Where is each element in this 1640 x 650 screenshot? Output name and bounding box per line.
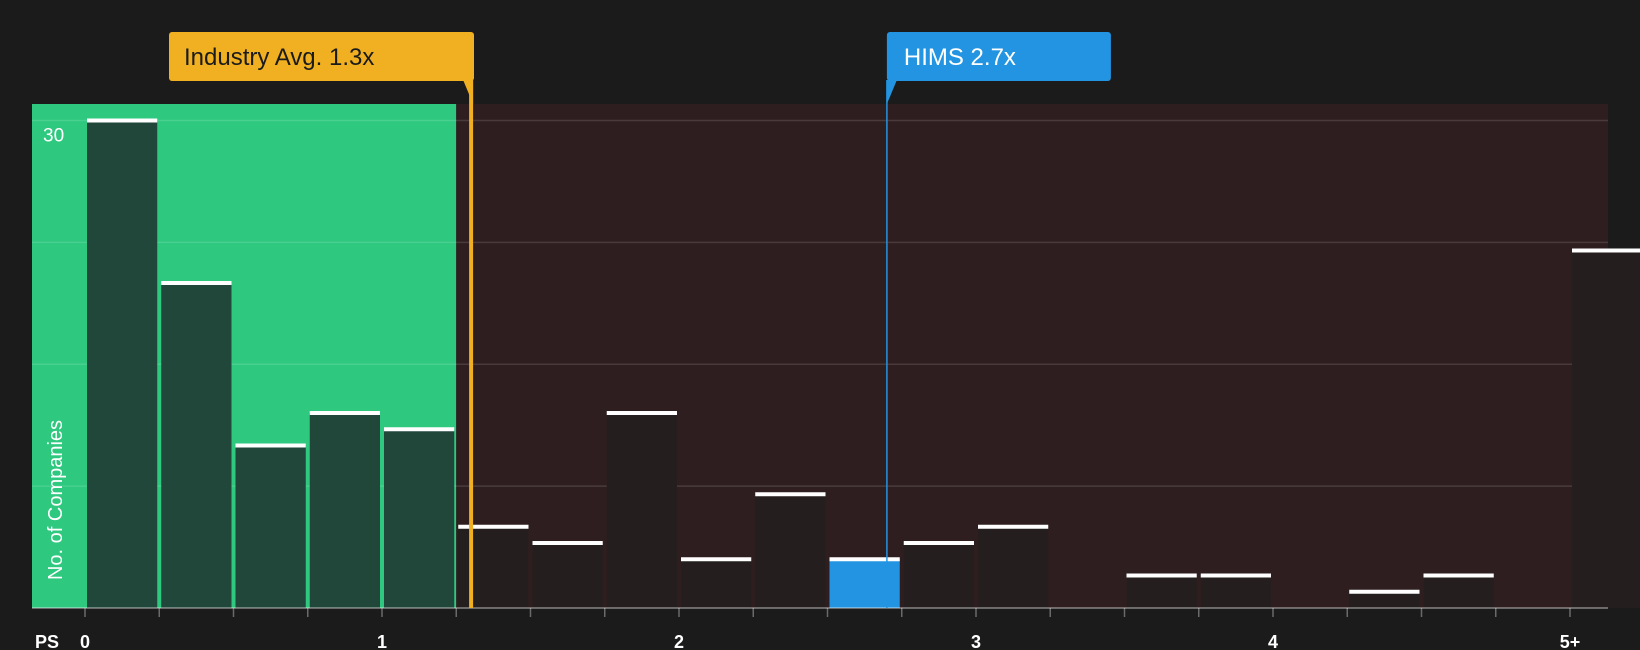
x-tick-label: 5+ [1560,632,1581,650]
histogram-bar [1126,575,1197,608]
y-axis-label: No. of Companies [45,420,67,580]
histogram-bar [161,283,232,608]
x-tick-label: 0 [80,632,90,650]
histogram-bar [978,526,1049,608]
histogram-bar [606,413,677,608]
x-tick-label: 2 [674,632,684,650]
bar-top-marker [384,427,455,432]
bar-top-marker [1200,573,1271,578]
industry-avg-line [469,62,474,608]
x-tick-label: 4 [1268,632,1278,650]
bar-top-marker [1126,573,1197,578]
histogram-bar [309,413,380,608]
histogram-bar [384,429,455,608]
bar-top-marker [681,557,752,562]
histogram-bar [755,494,826,608]
bar-top-marker [458,524,529,529]
bar-top-marker [87,118,158,123]
histogram-bar [1200,575,1271,608]
bar-top-marker [309,411,380,415]
company-label: HIMS 2.7x [904,44,1016,71]
bar-top-marker [755,492,826,497]
industry-avg-label: Industry Avg. 1.3x [184,44,374,71]
bar-top-marker [606,411,677,415]
bar-top-marker [903,541,974,545]
histogram-bar [1572,250,1640,608]
histogram-bar [235,445,306,608]
histogram-bar [681,559,752,608]
company-pointer [886,80,897,104]
x-tick-label: 3 [971,632,981,650]
bar-top-marker [161,281,232,285]
ps-ratio-histogram: 30 0 1 2 3 4 5+ Industry Avg. 1.3x HIMS 2.7x N… [32,32,1640,650]
histogram-bar [1349,591,1420,608]
x-tick-label: 1 [377,632,387,650]
x-axis: 0 1 2 3 4 5+ [32,607,1608,650]
histogram-bar [532,543,603,608]
bar-top-marker [829,557,900,562]
bar-top-marker [1572,248,1640,253]
y-tick-label: 30 [43,126,64,147]
bar-top-marker [235,443,306,448]
histogram-bar [87,120,158,608]
histogram-bar [458,526,529,608]
bar-top-marker [532,541,603,545]
bar-top-marker [978,524,1049,529]
histogram-bar [903,543,974,608]
histogram-bar [1423,575,1494,608]
bar-top-marker [1349,589,1420,594]
histogram-bar [829,559,900,608]
bar-top-marker [1423,573,1494,578]
x-axis-label: PS [35,632,59,650]
